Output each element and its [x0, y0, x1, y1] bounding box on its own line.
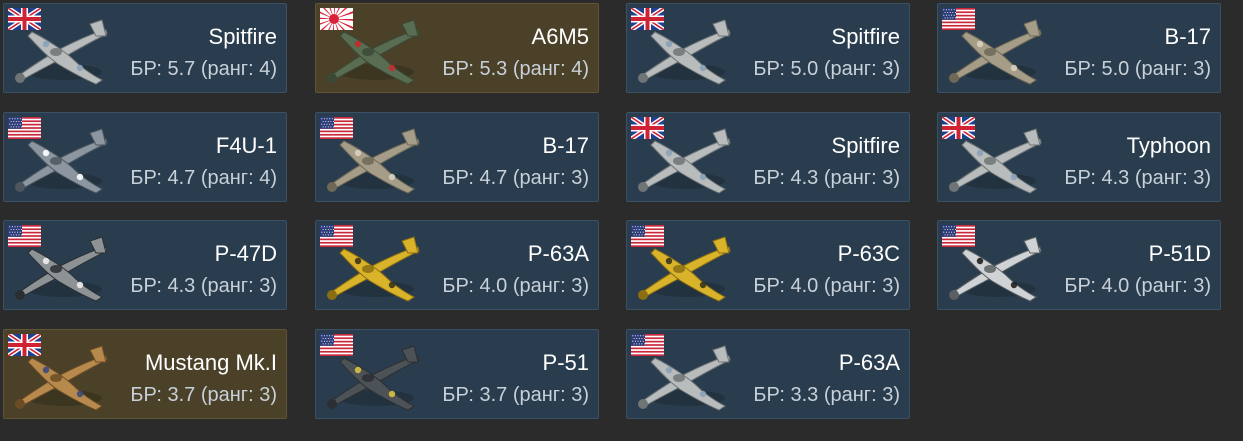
usa-flag-icon — [8, 225, 41, 247]
vehicle-name: Mustang Mk.I — [144, 350, 277, 375]
uk-flag-icon — [631, 8, 664, 30]
usa-flag-icon — [942, 225, 975, 247]
vehicle-name: Spitfire — [831, 133, 900, 158]
vehicle-card[interactable]: P-51 БР: 3.7 (ранг: 3) — [315, 329, 599, 419]
vehicle-battle-rating: БР: 4.0 (ранг: 3) — [753, 275, 900, 297]
vehicle-battle-rating: БР: 5.7 (ранг: 4) — [130, 58, 277, 80]
usa-flag-icon — [320, 334, 353, 356]
usa-flag-icon — [631, 225, 664, 247]
vehicle-name: Typhoon — [1126, 133, 1211, 158]
vehicle-card[interactable]: B-17 БР: 5.0 (ранг: 3) — [937, 3, 1221, 93]
vehicle-name: P-63C — [837, 241, 900, 266]
vehicle-card[interactable]: P-51D БР: 4.0 (ранг: 3) — [937, 220, 1221, 310]
vehicle-battle-rating: БР: 4.3 (ранг: 3) — [753, 167, 900, 189]
vehicle-card[interactable]: Spitfire БР: 5.7 (ранг: 4) — [3, 3, 287, 93]
vehicle-battle-rating: БР: 5.0 (ранг: 3) — [753, 58, 900, 80]
vehicle-battle-rating: БР: 4.7 (ранг: 3) — [442, 167, 589, 189]
vehicle-card[interactable]: B-17 БР: 4.7 (ранг: 3) — [315, 112, 599, 202]
vehicle-name: P-63A — [527, 241, 589, 266]
vehicle-name: B-17 — [542, 133, 589, 158]
vehicle-card[interactable]: P-63C БР: 4.0 (ранг: 3) — [626, 220, 910, 310]
vehicle-card[interactable]: A6M5 БР: 5.3 (ранг: 4) — [315, 3, 599, 93]
vehicle-battle-rating: БР: 4.7 (ранг: 4) — [130, 167, 277, 189]
vehicle-name: P-51 — [542, 350, 589, 375]
vehicle-battle-rating: БР: 4.3 (ранг: 3) — [1064, 167, 1211, 189]
vehicle-name: P-51D — [1148, 241, 1211, 266]
vehicle-name: Spitfire — [208, 24, 277, 49]
vehicle-name: P-47D — [214, 241, 277, 266]
usa-flag-icon — [942, 8, 975, 30]
vehicle-battle-rating: БР: 3.7 (ранг: 3) — [130, 384, 277, 406]
vehicle-card[interactable]: Mustang Mk.I БР: 3.7 (ранг: 3) — [3, 329, 287, 419]
vehicle-name: P-63A — [838, 350, 900, 375]
vehicle-card[interactable]: Typhoon БР: 4.3 (ранг: 3) — [937, 112, 1221, 202]
vehicle-name: A6M5 — [531, 24, 589, 49]
vehicle-name: F4U-1 — [215, 133, 277, 158]
vehicle-card[interactable]: P-47D БР: 4.3 (ранг: 3) — [3, 220, 287, 310]
vehicle-battle-rating: БР: 3.3 (ранг: 3) — [753, 384, 900, 406]
vehicle-battle-rating: БР: 5.3 (ранг: 4) — [442, 58, 589, 80]
usa-flag-icon — [8, 117, 41, 139]
usa-flag-icon — [631, 334, 664, 356]
vehicle-battle-rating: БР: 4.0 (ранг: 3) — [442, 275, 589, 297]
vehicle-card[interactable]: F4U-1 БР: 4.7 (ранг: 4) — [3, 112, 287, 202]
uk-flag-icon — [942, 117, 975, 139]
uk-flag-icon — [8, 8, 41, 30]
vehicle-battle-rating: БР: 5.0 (ранг: 3) — [1064, 58, 1211, 80]
uk-flag-icon — [631, 117, 664, 139]
vehicle-card[interactable]: Spitfire БР: 4.3 (ранг: 3) — [626, 112, 910, 202]
usa-flag-icon — [320, 117, 353, 139]
vehicle-battle-rating: БР: 4.0 (ранг: 3) — [1064, 275, 1211, 297]
vehicle-name: B-17 — [1164, 24, 1211, 49]
vehicle-name: Spitfire — [831, 24, 900, 49]
vehicle-battle-rating: БР: 4.3 (ранг: 3) — [130, 275, 277, 297]
vehicle-grid: Spitfire БР: 5.7 (ранг: 4) A6M5 БР: 5.3 (ра… — [0, 0, 1243, 441]
vehicle-card[interactable]: P-63A БР: 4.0 (ранг: 3) — [315, 220, 599, 310]
usa-flag-icon — [320, 225, 353, 247]
uk-flag-icon — [8, 334, 41, 356]
vehicle-card[interactable]: P-63A БР: 3.3 (ранг: 3) — [626, 329, 910, 419]
vehicle-card[interactable]: Spitfire БР: 5.0 (ранг: 3) — [626, 3, 910, 93]
vehicle-battle-rating: БР: 3.7 (ранг: 3) — [442, 384, 589, 406]
japan-flag-icon — [320, 8, 353, 30]
